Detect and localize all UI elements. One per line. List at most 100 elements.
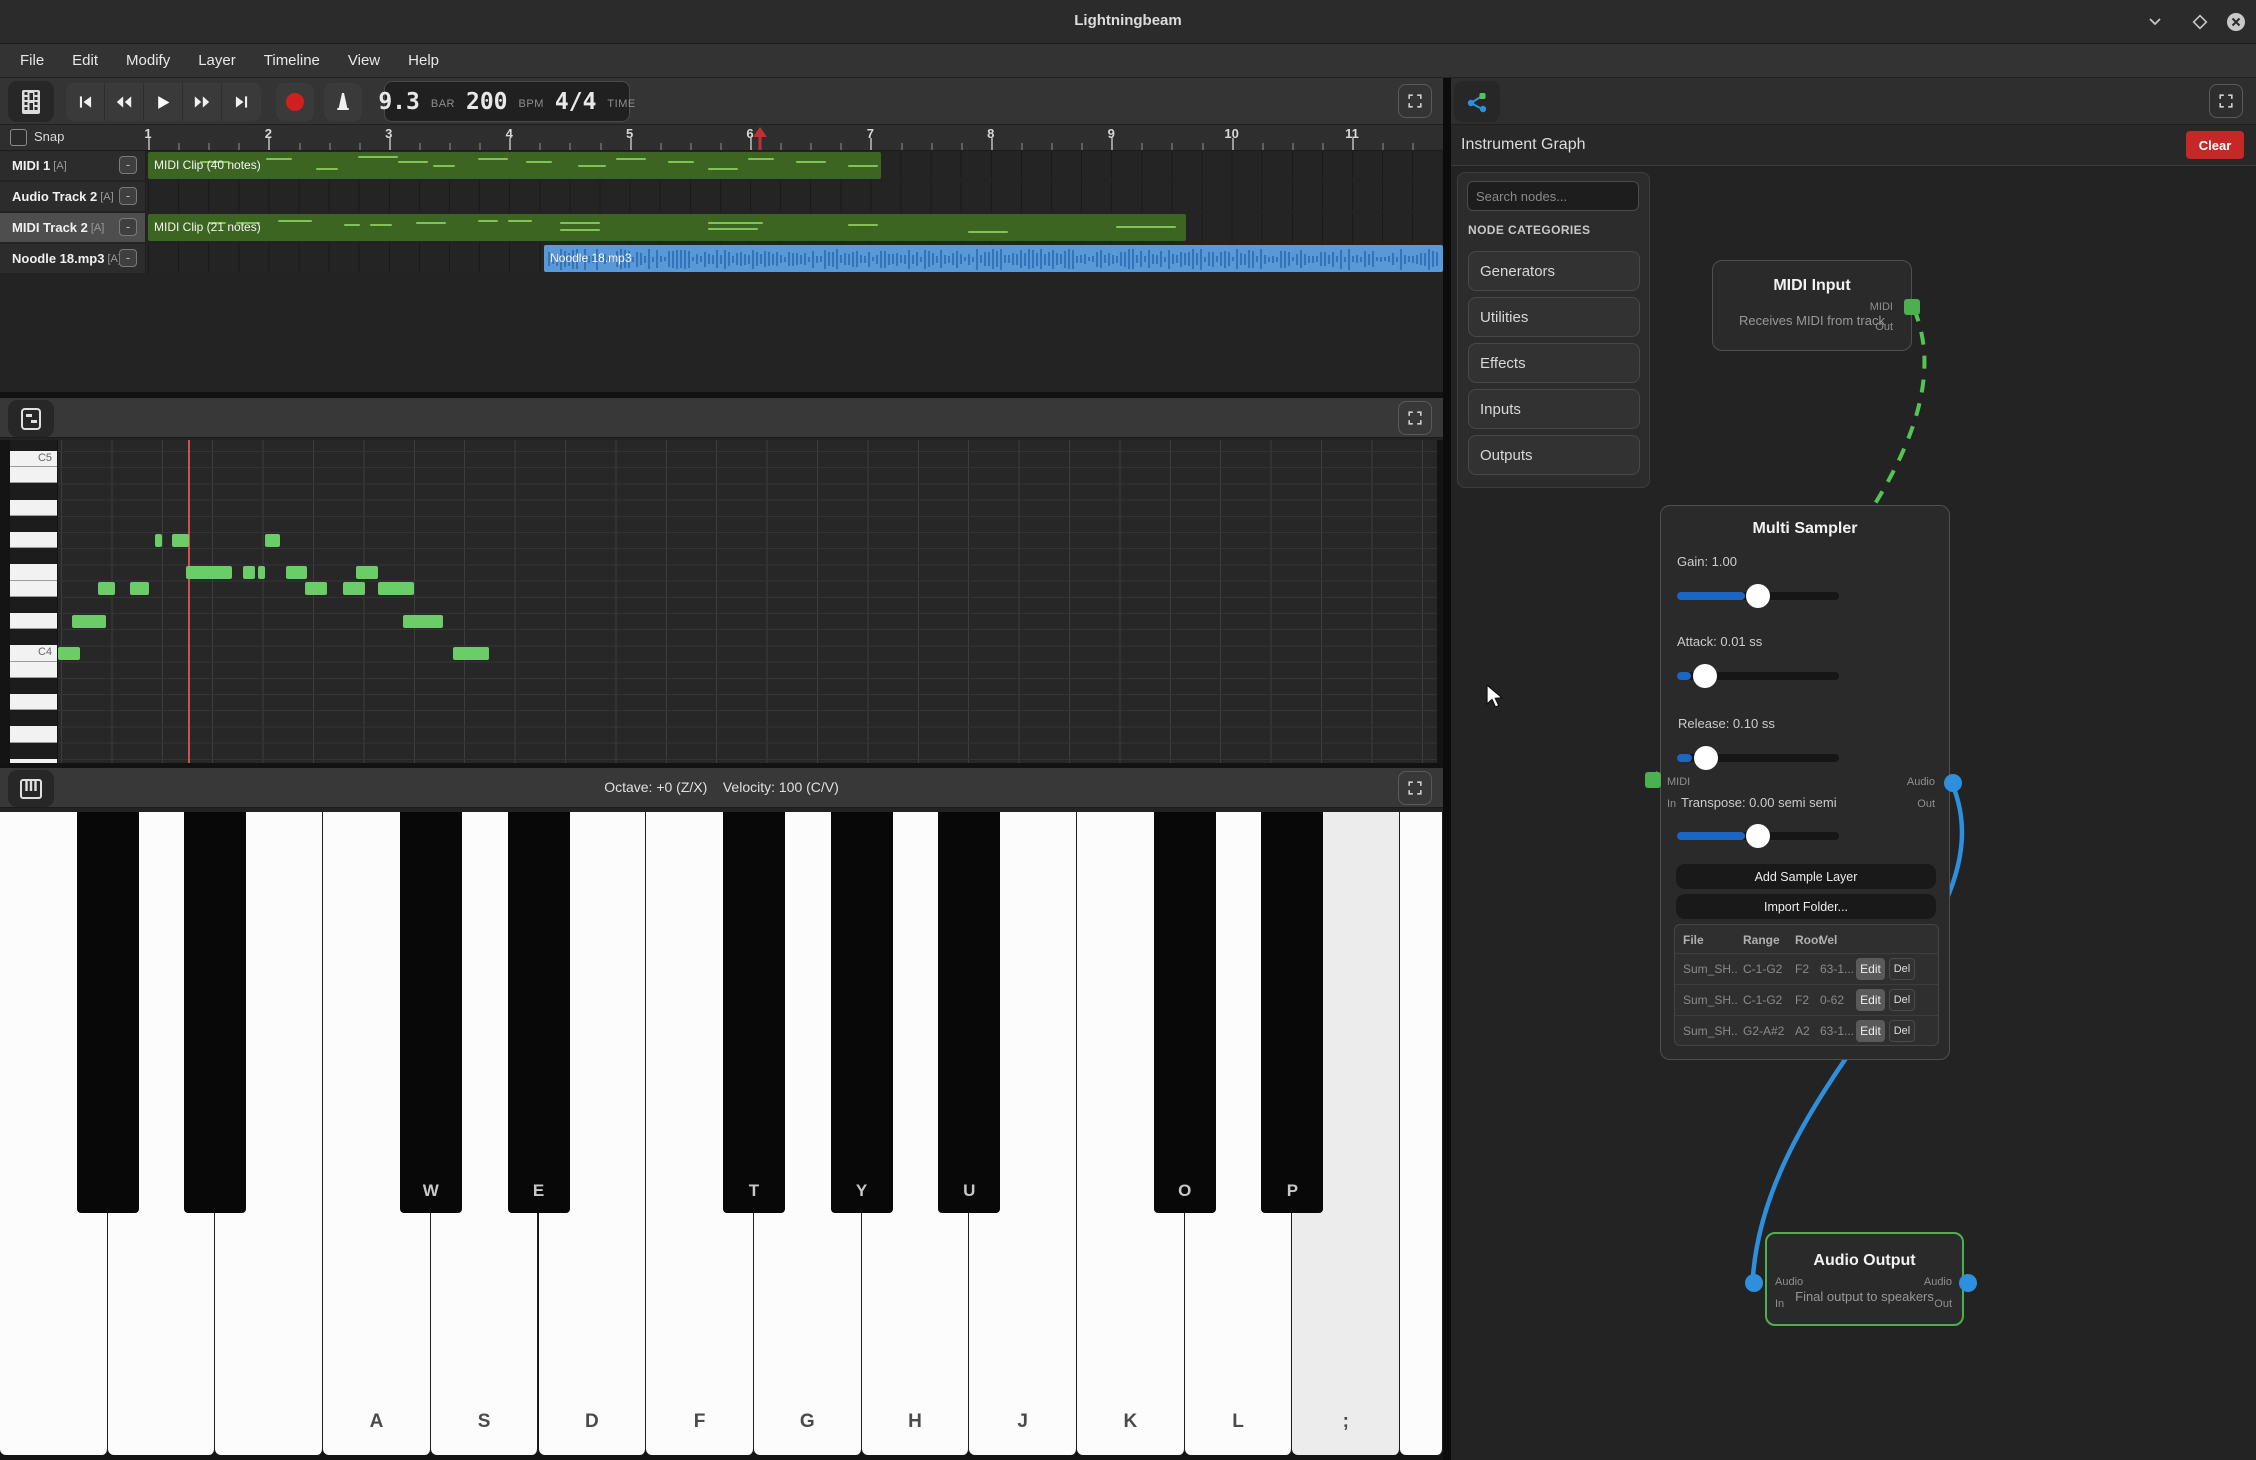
graph-mode-button[interactable] xyxy=(1454,81,1500,122)
category-button-inputs[interactable]: Inputs xyxy=(1468,389,1640,429)
midi-note[interactable] xyxy=(172,534,189,547)
metronome-button[interactable] xyxy=(324,83,362,121)
midi-note[interactable] xyxy=(258,566,265,579)
track-lane[interactable]: MIDI Clip (21 notes) xyxy=(145,213,1443,242)
piano-roll-mode-button[interactable] xyxy=(8,400,54,437)
gain-slider-thumb[interactable] xyxy=(1746,584,1770,608)
search-input[interactable] xyxy=(1467,181,1639,211)
black-key-T[interactable]: T xyxy=(723,812,785,1213)
category-button-outputs[interactable]: Outputs xyxy=(1468,435,1640,475)
track-mute-button[interactable]: - xyxy=(119,187,137,205)
midi-note[interactable] xyxy=(243,566,255,579)
record-button[interactable] xyxy=(276,83,314,121)
menu-item-timeline[interactable]: Timeline xyxy=(250,44,334,78)
midi-note[interactable] xyxy=(403,615,443,628)
menu-item-modify[interactable]: Modify xyxy=(112,44,184,78)
snap-checkbox[interactable] xyxy=(10,129,27,146)
track-header-midi-track-2[interactable]: MIDI Track 2[A]- xyxy=(0,213,145,242)
track-lane[interactable]: Noodle 18.mp3 xyxy=(145,244,1443,273)
midi-note[interactable] xyxy=(286,566,307,579)
attack-slider[interactable] xyxy=(1677,672,1839,680)
midi-note[interactable] xyxy=(130,582,149,595)
minimize-icon[interactable] xyxy=(2141,8,2169,36)
release-slider-thumb[interactable] xyxy=(1694,746,1718,770)
clear-graph-button[interactable]: Clear xyxy=(2186,131,2244,159)
piano-roll-key[interactable] xyxy=(10,694,57,710)
node-midi-input[interactable]: MIDI Input Receives MIDI from track MIDI… xyxy=(1712,260,1912,351)
close-icon[interactable] xyxy=(2222,8,2250,36)
piano-roll-key[interactable] xyxy=(10,743,57,759)
track-header-audio-track-2[interactable]: Audio Track 2[A]- xyxy=(0,182,145,211)
timeline-ruler[interactable]: Snap 1234567891011 xyxy=(0,125,1443,151)
clip-midi[interactable]: MIDI Clip (21 notes) xyxy=(148,214,1186,241)
black-key[interactable] xyxy=(77,812,139,1213)
graph-canvas[interactable]: NODE CATEGORIES GeneratorsUtilitiesEffec… xyxy=(1451,166,2256,1460)
audio-out-port[interactable] xyxy=(1944,774,1962,792)
fast-forward-button[interactable] xyxy=(183,83,222,121)
piano-roll-key[interactable]: C5 xyxy=(10,451,57,467)
track-header-midi-1[interactable]: MIDI 1[A]- xyxy=(0,151,145,180)
track-mute-button[interactable]: - xyxy=(119,156,137,174)
piano-roll-key[interactable] xyxy=(10,678,57,694)
track-lane[interactable]: MIDI Clip (40 notes) xyxy=(145,151,1443,180)
piano-roll-key[interactable] xyxy=(10,467,57,483)
audio-in-port[interactable] xyxy=(1745,1274,1763,1292)
black-key-P[interactable]: P xyxy=(1261,812,1323,1213)
midi-note[interactable] xyxy=(186,566,232,579)
piano-roll-key[interactable] xyxy=(10,613,57,629)
black-key-E[interactable]: E xyxy=(508,812,570,1213)
audio-out-port[interactable] xyxy=(1959,1274,1977,1292)
delete-sample-button[interactable]: Del xyxy=(1889,989,1915,1011)
transpose-slider[interactable] xyxy=(1677,832,1839,840)
menu-item-layer[interactable]: Layer xyxy=(184,44,250,78)
maximize-icon[interactable] xyxy=(2186,8,2214,36)
track-header-noodle-18-mp3[interactable]: Noodle 18.mp3[A]- xyxy=(0,244,145,273)
piano-roll-key[interactable] xyxy=(10,532,57,548)
piano-roll-key[interactable] xyxy=(10,662,57,678)
piano-roll-key[interactable] xyxy=(10,516,57,532)
black-key-O[interactable]: O xyxy=(1154,812,1216,1213)
midi-note[interactable] xyxy=(453,647,489,660)
track-mute-button[interactable]: - xyxy=(119,249,137,267)
piano-roll-key[interactable] xyxy=(10,726,57,742)
midi-note[interactable] xyxy=(155,534,162,547)
piano-roll-key[interactable] xyxy=(10,629,57,645)
piano-roll-key[interactable] xyxy=(10,548,57,564)
midi-note[interactable] xyxy=(305,582,327,595)
release-slider[interactable] xyxy=(1677,754,1839,762)
delete-sample-button[interactable]: Del xyxy=(1889,958,1915,980)
piano-roll-key[interactable] xyxy=(10,597,57,613)
category-button-utilities[interactable]: Utilities xyxy=(1468,297,1640,337)
play-button[interactable] xyxy=(144,83,183,121)
midi-note[interactable] xyxy=(356,566,378,579)
timeline-expand-button[interactable] xyxy=(1398,84,1432,118)
piano-roll-key-strip[interactable]: C5 C4 xyxy=(10,440,57,763)
piano-roll-key[interactable] xyxy=(10,710,57,726)
delete-sample-button[interactable]: Del xyxy=(1889,1020,1915,1042)
piano-roll-key[interactable]: C4 xyxy=(10,645,57,661)
clip-midi[interactable]: MIDI Clip (40 notes) xyxy=(148,152,881,179)
clip-audio[interactable]: Noodle 18.mp3 xyxy=(544,245,1443,272)
midi-note[interactable] xyxy=(58,647,80,660)
category-button-effects[interactable]: Effects xyxy=(1468,343,1640,383)
midi-note[interactable] xyxy=(98,582,115,595)
menu-item-file[interactable]: File xyxy=(6,44,58,78)
add-sample-layer-button[interactable]: Add Sample Layer xyxy=(1676,864,1936,889)
panel-divider[interactable] xyxy=(1443,78,1451,1460)
transpose-slider-thumb[interactable] xyxy=(1746,824,1770,848)
menu-item-help[interactable]: Help xyxy=(394,44,453,78)
node-audio-output[interactable]: Audio Output Final output to speakers Au… xyxy=(1765,1232,1964,1326)
midi-in-port[interactable] xyxy=(1645,772,1661,788)
attack-slider-thumb[interactable] xyxy=(1693,664,1717,688)
graph-expand-button[interactable] xyxy=(2209,84,2243,118)
piano-roll-key[interactable] xyxy=(10,581,57,597)
midi-note[interactable] xyxy=(378,582,414,595)
import-folder-button[interactable]: Import Folder... xyxy=(1676,894,1936,919)
black-key-U[interactable]: U xyxy=(938,812,1000,1213)
midi-note[interactable] xyxy=(72,615,106,628)
midi-note[interactable] xyxy=(265,534,280,547)
track-lane[interactable] xyxy=(145,182,1443,211)
midi-note[interactable] xyxy=(343,582,365,595)
piano-roll-key[interactable] xyxy=(10,564,57,580)
edit-sample-button[interactable]: Edit xyxy=(1856,1020,1885,1042)
